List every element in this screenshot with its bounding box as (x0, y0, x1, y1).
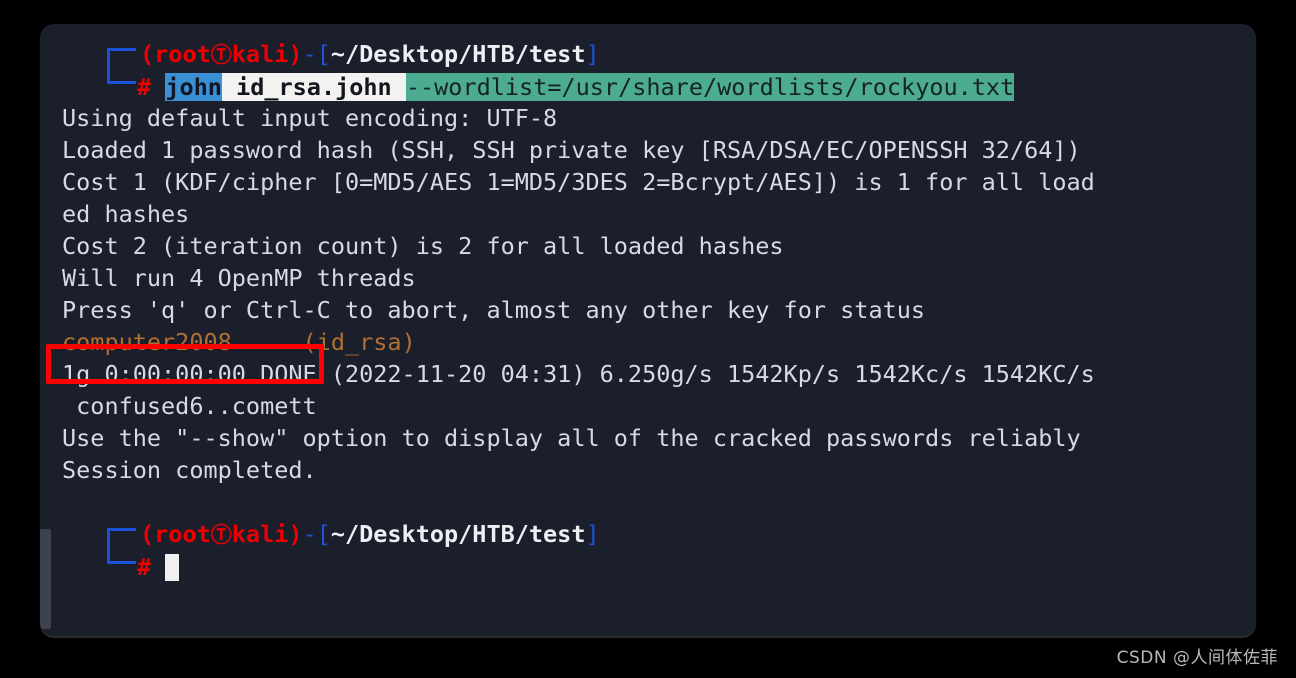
prompt-line-top: (rootⓉkali)-[~/Desktop/HTB/test] (62, 38, 1246, 71)
input-line[interactable]: # (62, 551, 1246, 583)
watermark: CSDN @人间体佐菲 (1116, 648, 1278, 668)
screenshot-root: (rootⓉkali)-[~/Desktop/HTB/test] # john … (0, 0, 1296, 678)
prompt-paren-close: ) (288, 40, 303, 68)
cracked-password: computer2008 (62, 328, 232, 356)
prompt-user: root (154, 520, 211, 548)
prompt-bracket-close: ] (585, 520, 600, 548)
stats-line: 1g 0:00:00:00 DONE (2022-11-20 04:31) 6.… (62, 360, 1095, 388)
cracked-gap (232, 328, 303, 356)
terminal-content: (rootⓉkali)-[~/Desktop/HTB/test] # john … (40, 24, 1256, 636)
footer-line: Session completed. (62, 456, 317, 484)
command-space (151, 73, 165, 101)
command-argument: id_rsa.john (236, 73, 392, 101)
cracked-password-line: computer2008 (id_rsa) (62, 326, 1246, 358)
output-line: Loaded 1 password hash (SSH, SSH private… (62, 136, 1081, 164)
command-option[interactable]: --wordlist=/usr/share/wordlists/rockyou.… (405, 73, 1015, 101)
kali-dragon-icon: Ⓣ (210, 523, 232, 547)
prompt-hash: # (137, 553, 152, 581)
terminal-cursor (165, 554, 180, 581)
terminal-window[interactable]: (rootⓉkali)-[~/Desktop/HTB/test] # john … (40, 24, 1256, 636)
prompt-host: kali (231, 40, 289, 68)
output-line: Using default input encoding: UTF-8 (62, 104, 558, 132)
output-line: Cost 1 (KDF/cipher [0=MD5/AES 1=MD5/3DES… (62, 168, 1095, 196)
prompt-bracket-open: [ (316, 40, 331, 68)
prompt-paren-open: ( (140, 40, 155, 68)
prompt-elbow-icon (107, 530, 136, 564)
candidates-line: confused6..comett (62, 392, 317, 420)
command-program[interactable]: john (165, 73, 222, 101)
prompt-dash: - (302, 520, 317, 548)
footer-line: Use the "--show" option to display all o… (62, 424, 1081, 452)
cracked-keyname: (id_rsa) (302, 328, 416, 356)
kali-dragon-icon: Ⓣ (210, 43, 232, 67)
prompt-path: ~/Desktop/HTB/test (330, 520, 586, 548)
prompt-block-top: (rootⓉkali)-[~/Desktop/HTB/test] # john … (62, 38, 1246, 102)
prompt-path: ~/Desktop/HTB/test (330, 40, 586, 68)
output-line: ed hashes (62, 200, 190, 228)
command-line[interactable]: # john id_rsa.john --wordlist=/usr/share… (62, 71, 1246, 103)
prompt-paren-close: ) (288, 520, 303, 548)
prompt-paren-open: ( (140, 520, 155, 548)
input-space (151, 553, 165, 581)
prompt-dash: - (302, 40, 317, 68)
output-line: Will run 4 OpenMP threads (62, 264, 416, 292)
prompt-block-bottom: (rootⓉkali)-[~/Desktop/HTB/test] # (62, 518, 1246, 582)
prompt-hash: # (137, 73, 152, 101)
prompt-bracket-close: ] (585, 40, 600, 68)
prompt-user: root (154, 40, 211, 68)
prompt-line-bottom: (rootⓉkali)-[~/Desktop/HTB/test] (62, 518, 1246, 551)
prompt-elbow-icon (107, 50, 136, 84)
output-line: Press 'q' or Ctrl-C to abort, almost any… (62, 296, 926, 324)
command-argument-wrap[interactable]: id_rsa.john (221, 73, 406, 101)
output-line: Cost 2 (iteration count) is 2 for all lo… (62, 232, 784, 260)
prompt-host: kali (231, 520, 289, 548)
prompt-bracket-open: [ (316, 520, 331, 548)
